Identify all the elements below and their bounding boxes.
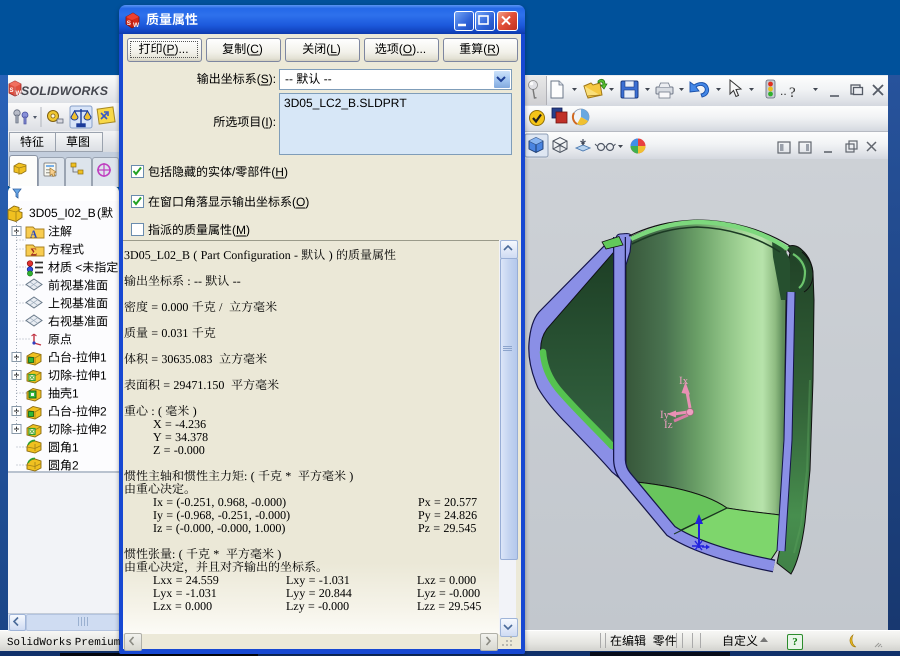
- svg-text:?: ?: [789, 85, 796, 101]
- svg-text:A: A: [30, 230, 38, 241]
- svg-text:Σ: Σ: [31, 248, 38, 259]
- svg-text:..: ..: [780, 84, 787, 98]
- svg-text:W: W: [16, 91, 22, 97]
- svg-text:S: S: [127, 20, 132, 27]
- svg-text:W: W: [133, 22, 140, 29]
- svg-text:S: S: [10, 88, 14, 94]
